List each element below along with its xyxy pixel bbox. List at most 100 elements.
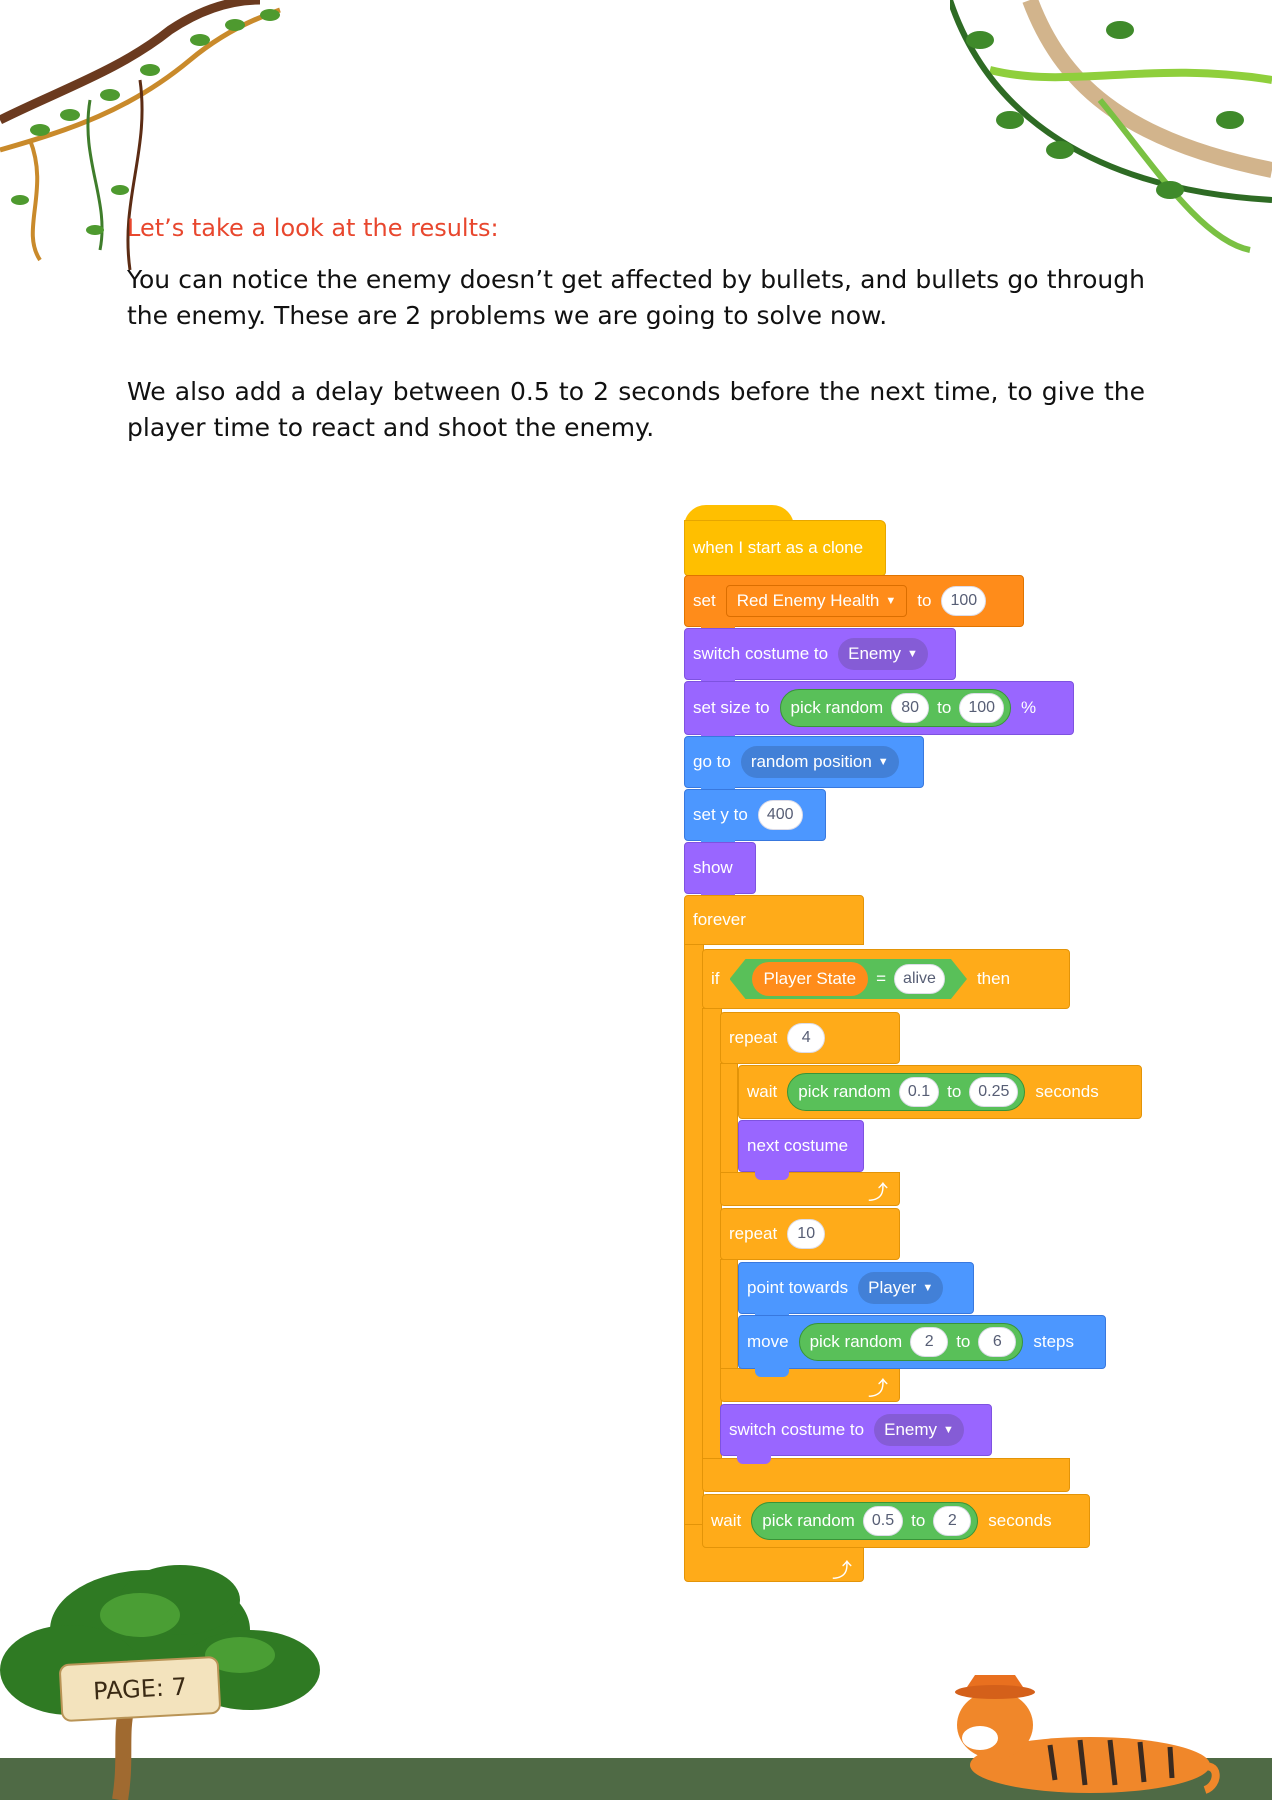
move-label: move bbox=[747, 1332, 789, 1351]
wait-random-block[interactable]: wait pick random 0.5 to 2 seconds bbox=[702, 1494, 1090, 1548]
forever-block[interactable]: forever bbox=[684, 895, 864, 945]
costume-dropdown[interactable]: Enemy ▼ bbox=[874, 1414, 964, 1446]
dropdown-caret-icon: ▼ bbox=[885, 595, 897, 607]
forever-spine bbox=[684, 944, 704, 1526]
repeat-10-spine bbox=[720, 1259, 738, 1371]
player-state-variable[interactable]: Player State bbox=[752, 962, 869, 996]
notch bbox=[755, 1171, 789, 1180]
switch-costume-label: switch costume to bbox=[729, 1420, 865, 1439]
to-label: to bbox=[956, 1332, 971, 1351]
paragraph-problem: You can notice the enemy doesn’t get aff… bbox=[127, 265, 1145, 330]
variable-dropdown[interactable]: Red Enemy Health ▼ bbox=[725, 585, 908, 617]
to-label: to bbox=[917, 591, 932, 610]
seconds-label: seconds bbox=[1035, 1082, 1099, 1101]
pick-random-reporter[interactable]: pick random 0.5 to 2 bbox=[751, 1502, 979, 1540]
if-spine bbox=[702, 1008, 722, 1460]
show-block[interactable]: show bbox=[684, 842, 756, 902]
random-max-input[interactable]: 2 bbox=[933, 1506, 972, 1536]
set-y-label: set y to bbox=[693, 805, 748, 824]
repeat-4-block[interactable]: repeat 4 bbox=[720, 1012, 900, 1064]
if-block[interactable]: if Player State = alive then bbox=[702, 949, 1070, 1009]
repeat-label: repeat bbox=[729, 1224, 778, 1243]
tiger-illustration bbox=[955, 1675, 1220, 1794]
pick-random-label: pick random bbox=[762, 1511, 855, 1530]
target-name: Player bbox=[868, 1278, 917, 1297]
repeat-10-block[interactable]: repeat 10 bbox=[720, 1208, 900, 1260]
forever-loop-arrow-icon: ⤴ bbox=[832, 1558, 852, 1582]
random-min-input[interactable]: 0.1 bbox=[898, 1077, 940, 1107]
repeat-loop-arrow-icon: ⤴ bbox=[868, 1376, 888, 1400]
value-input[interactable]: 100 bbox=[941, 586, 987, 616]
if-label: if bbox=[711, 969, 720, 988]
move-steps-block[interactable]: move pick random 2 to 6 steps bbox=[738, 1315, 1106, 1377]
set-size-block[interactable]: set size to pick random 80 to 100 % bbox=[684, 681, 1074, 743]
switch-costume-block[interactable]: switch costume to Enemy ▼ bbox=[684, 628, 956, 688]
vines-top-right-illustration bbox=[950, 0, 1272, 253]
paragraph-delay: We also add a delay between 0.5 to 2 sec… bbox=[127, 377, 1145, 442]
percent-label: % bbox=[1021, 698, 1037, 717]
to-label: to bbox=[937, 698, 952, 717]
random-max-input[interactable]: 0.25 bbox=[969, 1077, 1019, 1107]
pick-random-label: pick random bbox=[809, 1332, 903, 1351]
dropdown-caret-icon: ▼ bbox=[922, 1282, 934, 1294]
show-label: show bbox=[693, 858, 733, 877]
pick-random-label: pick random bbox=[790, 698, 884, 717]
to-label: to bbox=[911, 1511, 926, 1530]
repeat-4-spine bbox=[720, 1063, 738, 1175]
repeat-count-input[interactable]: 10 bbox=[787, 1219, 826, 1249]
random-min-input[interactable]: 2 bbox=[910, 1327, 949, 1357]
notch bbox=[737, 1455, 771, 1464]
y-value-input[interactable]: 400 bbox=[757, 800, 803, 830]
set-size-label: set size to bbox=[693, 698, 770, 717]
switch-costume-block[interactable]: switch costume to Enemy ▼ bbox=[720, 1404, 992, 1464]
random-max-input[interactable]: 100 bbox=[959, 693, 1005, 723]
set-y-block[interactable]: set y to 400 bbox=[684, 789, 826, 849]
repeat-loop-arrow-icon: ⤴ bbox=[868, 1180, 888, 1204]
position-name: random position bbox=[750, 752, 872, 771]
random-max-input[interactable]: 6 bbox=[978, 1327, 1017, 1357]
to-label: to bbox=[947, 1082, 962, 1101]
costume-dropdown[interactable]: Enemy ▼ bbox=[838, 638, 928, 670]
section-heading: Let’s take a look at the results: bbox=[127, 214, 499, 242]
notch bbox=[755, 1368, 789, 1377]
set-label: set bbox=[693, 591, 716, 610]
next-costume-block[interactable]: next costume bbox=[738, 1120, 864, 1180]
steps-label: steps bbox=[1033, 1332, 1075, 1351]
wait-label: wait bbox=[747, 1082, 778, 1101]
costume-name: Enemy bbox=[884, 1420, 938, 1439]
go-to-block[interactable]: go to random position ▼ bbox=[684, 736, 924, 796]
repeat-count-input[interactable]: 4 bbox=[787, 1023, 826, 1053]
target-dropdown[interactable]: Player ▼ bbox=[858, 1272, 944, 1304]
go-to-label: go to bbox=[693, 752, 731, 771]
wait-random-block[interactable]: wait pick random 0.1 to 0.25 seconds bbox=[738, 1065, 1142, 1119]
hat-label: when I start as a clone bbox=[693, 538, 864, 557]
equals-label: = bbox=[876, 969, 887, 988]
page-number: PAGE: 7 bbox=[92, 1672, 188, 1706]
dropdown-caret-icon: ▼ bbox=[907, 648, 918, 660]
pick-random-reporter[interactable]: pick random 0.1 to 0.25 bbox=[787, 1073, 1026, 1111]
repeat-label: repeat bbox=[729, 1028, 778, 1047]
wait-label: wait bbox=[711, 1511, 742, 1530]
point-towards-block[interactable]: point towards Player ▼ bbox=[738, 1262, 974, 1322]
pick-random-reporter[interactable]: pick random 2 to 6 bbox=[798, 1323, 1024, 1361]
variable-name: Red Enemy Health bbox=[736, 591, 880, 610]
switch-costume-label: switch costume to bbox=[693, 644, 829, 663]
next-costume-label: next costume bbox=[747, 1136, 849, 1155]
forever-label: forever bbox=[693, 910, 746, 929]
dropdown-caret-icon: ▼ bbox=[943, 1424, 954, 1436]
hat-when-start-as-clone[interactable]: when I start as a clone bbox=[684, 520, 886, 576]
pick-random-reporter[interactable]: pick random 80 to 100 bbox=[779, 689, 1012, 727]
set-variable-block[interactable]: set Red Enemy Health ▼ to 100 bbox=[684, 575, 1024, 635]
compare-value-input[interactable]: alive bbox=[894, 964, 945, 994]
then-label: then bbox=[976, 969, 1011, 988]
costume-name: Enemy bbox=[848, 644, 902, 663]
position-dropdown[interactable]: random position ▼ bbox=[740, 746, 899, 778]
random-min-input[interactable]: 0.5 bbox=[862, 1506, 904, 1536]
seconds-label: seconds bbox=[988, 1511, 1052, 1530]
point-towards-label: point towards bbox=[747, 1278, 849, 1297]
page-scroll: PAGE: 7 bbox=[58, 1655, 222, 1723]
random-min-input[interactable]: 80 bbox=[891, 693, 930, 723]
equals-condition[interactable]: Player State = alive bbox=[730, 959, 967, 999]
pick-random-label: pick random bbox=[798, 1082, 891, 1101]
dropdown-caret-icon: ▼ bbox=[877, 756, 889, 768]
